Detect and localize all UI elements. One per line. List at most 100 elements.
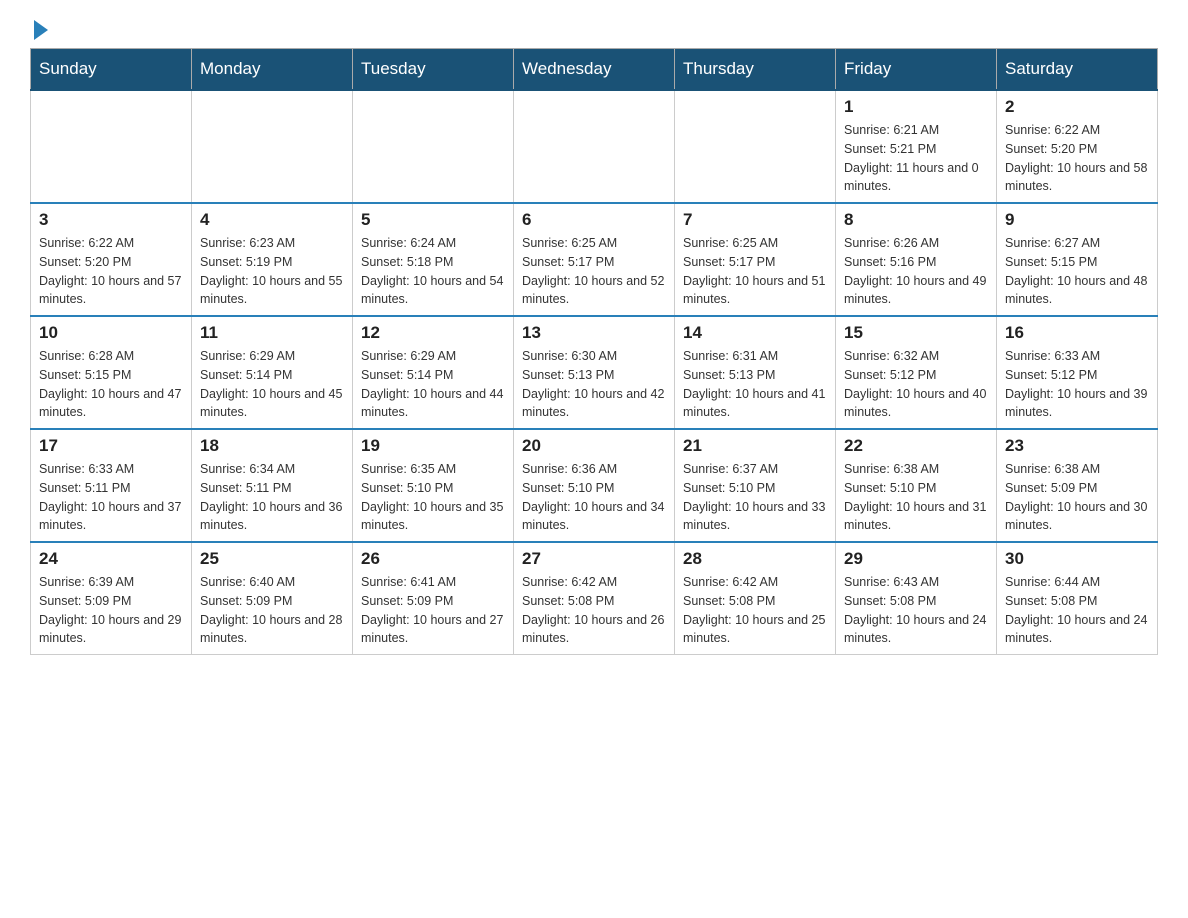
day-number: 2: [1005, 97, 1149, 117]
day-number: 24: [39, 549, 183, 569]
day-info: Sunrise: 6:22 AMSunset: 5:20 PMDaylight:…: [1005, 121, 1149, 196]
calendar-day-cell: 6Sunrise: 6:25 AMSunset: 5:17 PMDaylight…: [514, 203, 675, 316]
calendar-day-cell: [31, 90, 192, 203]
day-info: Sunrise: 6:38 AMSunset: 5:09 PMDaylight:…: [1005, 460, 1149, 535]
day-info: Sunrise: 6:29 AMSunset: 5:14 PMDaylight:…: [200, 347, 344, 422]
day-info: Sunrise: 6:33 AMSunset: 5:11 PMDaylight:…: [39, 460, 183, 535]
day-info: Sunrise: 6:41 AMSunset: 5:09 PMDaylight:…: [361, 573, 505, 648]
day-info: Sunrise: 6:28 AMSunset: 5:15 PMDaylight:…: [39, 347, 183, 422]
calendar-day-cell: 2 Sunrise: 6:22 AMSunset: 5:20 PMDaylight…: [997, 90, 1158, 203]
day-of-week-header: Saturday: [997, 49, 1158, 91]
day-info: Sunrise: 6:25 AMSunset: 5:17 PMDaylight:…: [522, 234, 666, 309]
calendar-day-cell: 13 Sunrise: 6:30 AMSunset: 5:13 PMDayligh…: [514, 316, 675, 429]
calendar-day-cell: [353, 90, 514, 203]
day-number: 10: [39, 323, 183, 343]
calendar-day-cell: 19 Sunrise: 6:35 AMSunset: 5:10 PMDayligh…: [353, 429, 514, 542]
calendar-day-cell: 14 Sunrise: 6:31 AMSunset: 5:13 PMDayligh…: [675, 316, 836, 429]
day-number: 3: [39, 210, 183, 230]
calendar-day-cell: 10 Sunrise: 6:28 AMSunset: 5:15 PMDayligh…: [31, 316, 192, 429]
calendar-day-cell: 3 Sunrise: 6:22 AMSunset: 5:20 PMDaylight…: [31, 203, 192, 316]
day-number: 20: [522, 436, 666, 456]
calendar-day-cell: 18 Sunrise: 6:34 AMSunset: 5:11 PMDayligh…: [192, 429, 353, 542]
calendar-table: SundayMondayTuesdayWednesdayThursdayFrid…: [30, 48, 1158, 655]
day-number: 27: [522, 549, 666, 569]
day-info: Sunrise: 6:22 AMSunset: 5:20 PMDaylight:…: [39, 234, 183, 309]
day-info: Sunrise: 6:35 AMSunset: 5:10 PMDaylight:…: [361, 460, 505, 535]
calendar-day-cell: 25Sunrise: 6:40 AMSunset: 5:09 PMDayligh…: [192, 542, 353, 655]
calendar-day-cell: 21Sunrise: 6:37 AMSunset: 5:10 PMDayligh…: [675, 429, 836, 542]
calendar-day-cell: 11 Sunrise: 6:29 AMSunset: 5:14 PMDayligh…: [192, 316, 353, 429]
calendar-day-cell: 5 Sunrise: 6:24 AMSunset: 5:18 PMDaylight…: [353, 203, 514, 316]
day-number: 8: [844, 210, 988, 230]
day-of-week-header: Friday: [836, 49, 997, 91]
calendar-day-cell: 24Sunrise: 6:39 AMSunset: 5:09 PMDayligh…: [31, 542, 192, 655]
calendar-day-cell: 1 Sunrise: 6:21 AMSunset: 5:21 PMDaylight…: [836, 90, 997, 203]
day-of-week-header: Sunday: [31, 49, 192, 91]
calendar-header-row: SundayMondayTuesdayWednesdayThursdayFrid…: [31, 49, 1158, 91]
calendar-day-cell: 12Sunrise: 6:29 AMSunset: 5:14 PMDayligh…: [353, 316, 514, 429]
calendar-day-cell: 23Sunrise: 6:38 AMSunset: 5:09 PMDayligh…: [997, 429, 1158, 542]
day-of-week-header: Thursday: [675, 49, 836, 91]
day-number: 22: [844, 436, 988, 456]
calendar-day-cell: 4Sunrise: 6:23 AMSunset: 5:19 PMDaylight…: [192, 203, 353, 316]
calendar-week-row: 10 Sunrise: 6:28 AMSunset: 5:15 PMDayligh…: [31, 316, 1158, 429]
day-number: 29: [844, 549, 988, 569]
day-info: Sunrise: 6:44 AMSunset: 5:08 PMDaylight:…: [1005, 573, 1149, 648]
day-info: Sunrise: 6:38 AMSunset: 5:10 PMDaylight:…: [844, 460, 988, 535]
calendar-day-cell: 22 Sunrise: 6:38 AMSunset: 5:10 PMDayligh…: [836, 429, 997, 542]
day-number: 5: [361, 210, 505, 230]
calendar-day-cell: [514, 90, 675, 203]
calendar-day-cell: 7 Sunrise: 6:25 AMSunset: 5:17 PMDaylight…: [675, 203, 836, 316]
day-of-week-header: Wednesday: [514, 49, 675, 91]
day-number: 17: [39, 436, 183, 456]
calendar-day-cell: 26Sunrise: 6:41 AMSunset: 5:09 PMDayligh…: [353, 542, 514, 655]
calendar-day-cell: 15 Sunrise: 6:32 AMSunset: 5:12 PMDayligh…: [836, 316, 997, 429]
day-info: Sunrise: 6:33 AMSunset: 5:12 PMDaylight:…: [1005, 347, 1149, 422]
day-number: 15: [844, 323, 988, 343]
day-info: Sunrise: 6:30 AMSunset: 5:13 PMDaylight:…: [522, 347, 666, 422]
day-number: 14: [683, 323, 827, 343]
day-info: Sunrise: 6:31 AMSunset: 5:13 PMDaylight:…: [683, 347, 827, 422]
day-number: 9: [1005, 210, 1149, 230]
day-number: 13: [522, 323, 666, 343]
day-info: Sunrise: 6:40 AMSunset: 5:09 PMDaylight:…: [200, 573, 344, 648]
day-info: Sunrise: 6:36 AMSunset: 5:10 PMDaylight:…: [522, 460, 666, 535]
calendar-day-cell: 20 Sunrise: 6:36 AMSunset: 5:10 PMDayligh…: [514, 429, 675, 542]
day-info: Sunrise: 6:24 AMSunset: 5:18 PMDaylight:…: [361, 234, 505, 309]
calendar-day-cell: 28 Sunrise: 6:42 AMSunset: 5:08 PMDayligh…: [675, 542, 836, 655]
day-info: Sunrise: 6:29 AMSunset: 5:14 PMDaylight:…: [361, 347, 505, 422]
day-number: 30: [1005, 549, 1149, 569]
day-info: Sunrise: 6:34 AMSunset: 5:11 PMDaylight:…: [200, 460, 344, 535]
calendar-day-cell: 8Sunrise: 6:26 AMSunset: 5:16 PMDaylight…: [836, 203, 997, 316]
calendar-day-cell: 30 Sunrise: 6:44 AMSunset: 5:08 PMDayligh…: [997, 542, 1158, 655]
day-info: Sunrise: 6:21 AMSunset: 5:21 PMDaylight:…: [844, 121, 988, 196]
calendar-day-cell: 16 Sunrise: 6:33 AMSunset: 5:12 PMDayligh…: [997, 316, 1158, 429]
calendar-day-cell: 29 Sunrise: 6:43 AMSunset: 5:08 PMDayligh…: [836, 542, 997, 655]
day-number: 7: [683, 210, 827, 230]
day-info: Sunrise: 6:25 AMSunset: 5:17 PMDaylight:…: [683, 234, 827, 309]
logo-arrow-icon: [34, 20, 48, 40]
day-of-week-header: Tuesday: [353, 49, 514, 91]
day-number: 21: [683, 436, 827, 456]
calendar-week-row: 24Sunrise: 6:39 AMSunset: 5:09 PMDayligh…: [31, 542, 1158, 655]
day-of-week-header: Monday: [192, 49, 353, 91]
day-number: 16: [1005, 323, 1149, 343]
day-info: Sunrise: 6:32 AMSunset: 5:12 PMDaylight:…: [844, 347, 988, 422]
calendar-week-row: 3 Sunrise: 6:22 AMSunset: 5:20 PMDaylight…: [31, 203, 1158, 316]
day-number: 4: [200, 210, 344, 230]
day-info: Sunrise: 6:42 AMSunset: 5:08 PMDaylight:…: [522, 573, 666, 648]
day-info: Sunrise: 6:27 AMSunset: 5:15 PMDaylight:…: [1005, 234, 1149, 309]
day-number: 18: [200, 436, 344, 456]
day-info: Sunrise: 6:43 AMSunset: 5:08 PMDaylight:…: [844, 573, 988, 648]
calendar-week-row: 1 Sunrise: 6:21 AMSunset: 5:21 PMDaylight…: [31, 90, 1158, 203]
calendar-week-row: 17 Sunrise: 6:33 AMSunset: 5:11 PMDayligh…: [31, 429, 1158, 542]
day-number: 11: [200, 323, 344, 343]
day-number: 1: [844, 97, 988, 117]
day-number: 19: [361, 436, 505, 456]
calendar-day-cell: 27 Sunrise: 6:42 AMSunset: 5:08 PMDayligh…: [514, 542, 675, 655]
day-number: 28: [683, 549, 827, 569]
calendar-day-cell: [192, 90, 353, 203]
logo-general-text: [30, 20, 48, 42]
day-info: Sunrise: 6:42 AMSunset: 5:08 PMDaylight:…: [683, 573, 827, 648]
page-header: [30, 20, 1158, 38]
